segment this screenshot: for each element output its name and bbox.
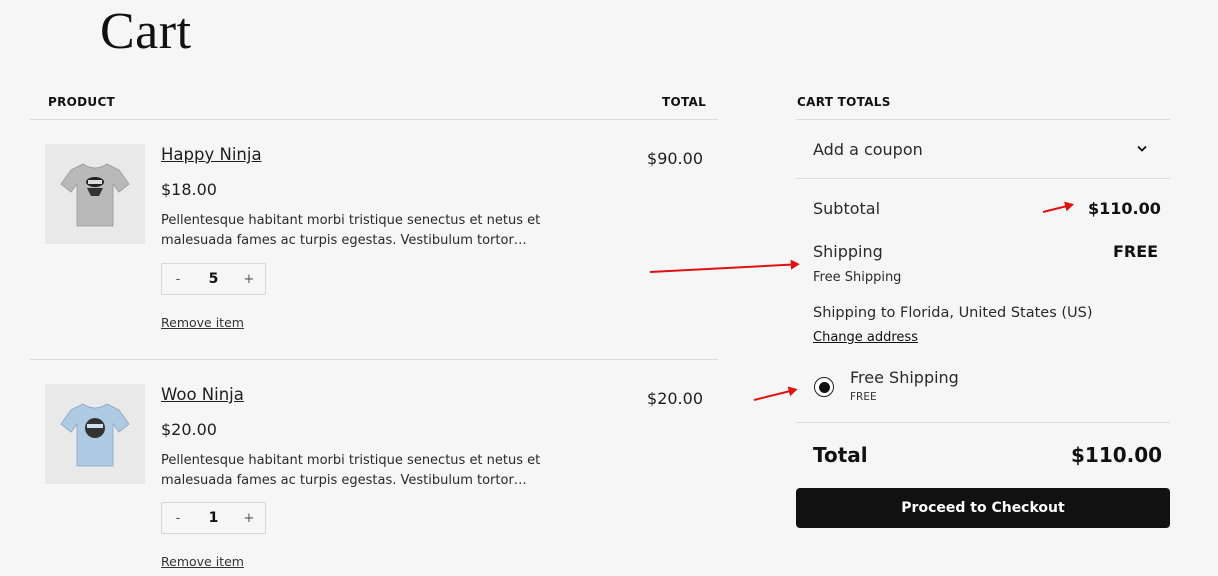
remove-item-link[interactable]: Remove item xyxy=(161,554,244,569)
change-address-link[interactable]: Change address xyxy=(813,330,918,345)
coupon-label: Add a coupon xyxy=(813,140,923,159)
quantity-stepper[interactable]: - 5 + xyxy=(161,263,266,295)
total-divider xyxy=(796,422,1170,423)
product-price: $18.00 xyxy=(161,180,217,199)
page-title: Cart xyxy=(100,3,192,60)
product-name-link[interactable]: Woo Ninja xyxy=(161,385,244,404)
item-divider xyxy=(30,359,718,360)
line-total: $20.00 xyxy=(647,389,703,408)
proceed-to-checkout-button[interactable]: Proceed to Checkout xyxy=(796,488,1170,528)
annotation-arrow xyxy=(1042,203,1073,213)
free-shipping-radio[interactable] xyxy=(814,377,834,397)
shipping-method-name: Free Shipping xyxy=(813,270,902,285)
quantity-value[interactable]: 5 xyxy=(209,271,219,287)
quantity-stepper[interactable]: - 1 + xyxy=(161,502,266,534)
shipping-destination: Shipping to Florida, United States (US) xyxy=(813,305,1093,321)
decrease-quantity-button[interactable]: - xyxy=(172,511,184,526)
coupon-divider xyxy=(796,178,1170,179)
shipping-value: FREE xyxy=(1113,242,1159,261)
shipping-label: Shipping xyxy=(813,242,883,261)
product-description: Pellentesque habitant morbi tristique se… xyxy=(161,453,541,488)
total-column-header: TOTAL xyxy=(662,95,707,109)
product-thumbnail[interactable] xyxy=(45,384,145,484)
product-price: $20.00 xyxy=(161,420,217,439)
total-label: Total xyxy=(813,443,868,467)
subtotal-label: Subtotal xyxy=(813,199,881,218)
annotation-arrow xyxy=(753,388,796,401)
decrease-quantity-button[interactable]: - xyxy=(172,272,184,287)
chevron-down-icon xyxy=(1137,145,1147,152)
coupon-toggle[interactable]: Add a coupon xyxy=(796,120,1170,178)
cart-totals-header: CART TOTALS xyxy=(797,95,891,109)
product-description: Pellentesque habitant morbi tristique se… xyxy=(161,213,541,248)
tshirt-icon xyxy=(60,163,130,227)
total-value: $110.00 xyxy=(1071,443,1163,467)
product-name-link[interactable]: Happy Ninja xyxy=(161,145,262,164)
radio-selected-dot xyxy=(818,381,830,393)
annotation-arrow xyxy=(649,263,798,273)
line-total: $90.00 xyxy=(647,149,703,168)
remove-item-link[interactable]: Remove item xyxy=(161,315,244,330)
increase-quantity-button[interactable]: + xyxy=(243,272,255,287)
product-column-header: PRODUCT xyxy=(48,95,116,109)
shipping-option-label[interactable]: Free Shipping xyxy=(850,368,959,387)
quantity-value[interactable]: 1 xyxy=(209,510,219,526)
product-thumbnail[interactable] xyxy=(45,144,145,244)
subtotal-value: $110.00 xyxy=(1088,199,1161,218)
tshirt-icon xyxy=(60,403,130,467)
increase-quantity-button[interactable]: + xyxy=(243,511,255,526)
shipping-option-price: FREE xyxy=(850,391,877,403)
header-divider xyxy=(30,119,718,120)
